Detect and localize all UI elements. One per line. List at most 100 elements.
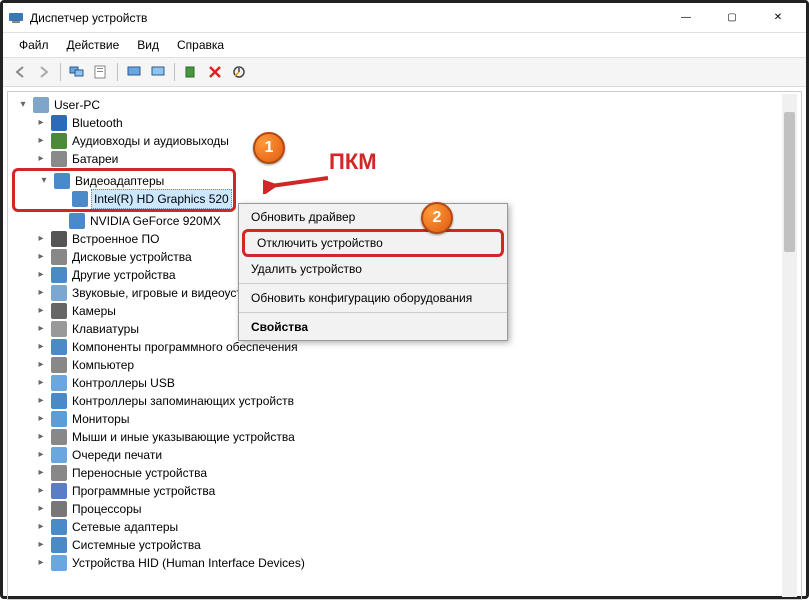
expand-arrow-icon[interactable] [34,410,48,428]
close-button[interactable]: ✕ [755,3,801,33]
tool-forward[interactable] [33,61,55,83]
tree-item[interactable]: Устройства HID (Human Interface Devices) [12,554,797,572]
tree-item[interactable]: Мониторы [12,410,797,428]
tree-item-label: Камеры [70,302,118,320]
expand-arrow-icon[interactable] [34,150,48,168]
tool-update[interactable] [180,61,202,83]
tree-item-label: Видеоадаптеры [73,172,166,190]
tree-item-label: Программные устройства [70,482,217,500]
tree-item[interactable]: Сетевые адаптеры [12,518,797,536]
device-icon [51,519,67,535]
tree-item[interactable]: Процессоры [12,500,797,518]
tool-disable[interactable] [228,61,250,83]
menu-file[interactable]: Файл [11,35,57,55]
expand-arrow-icon[interactable] [34,500,48,518]
tree-item-label: Intel(R) HD Graphics 520 [91,189,232,209]
tool-back[interactable] [9,61,31,83]
tree-item[interactable]: Переносные устройства [12,464,797,482]
scrollbar-vertical[interactable] [782,94,797,597]
expand-arrow-icon[interactable] [34,230,48,248]
tree-item[interactable]: Intel(R) HD Graphics 520 [15,190,232,208]
tree-item-label: Сетевые адаптеры [70,518,180,536]
tree-item-label: Очереди печати [70,446,164,464]
device-icon [51,321,67,337]
context-menu: Обновить драйвер Отключить устройство Уд… [238,203,508,341]
tree-item-label: Батареи [70,150,120,168]
tree-root[interactable]: User-PC [12,96,797,114]
tree-item-label: User-PC [52,96,102,114]
tree-item-label: Bluetooth [70,114,125,132]
maximize-button[interactable]: ▢ [709,3,755,33]
device-icon [51,133,67,149]
expand-arrow-icon[interactable] [34,248,48,266]
window-title: Диспетчер устройств [30,11,663,25]
device-icon [51,501,67,517]
tool-remove[interactable] [204,61,226,83]
tree-item-label: NVIDIA GeForce 920MX [88,212,223,230]
tree-item[interactable]: Видеоадаптеры [15,172,232,190]
expand-arrow-icon[interactable] [34,428,48,446]
tree-item-label: Мониторы [70,410,131,428]
menu-view[interactable]: Вид [129,35,167,55]
tree-item[interactable]: Очереди печати [12,446,797,464]
tool-properties-icon[interactable] [90,61,112,83]
tree-item[interactable]: Аудиовходы и аудиовыходы [12,132,797,150]
expand-arrow-icon[interactable] [34,392,48,410]
expand-arrow-icon[interactable] [34,302,48,320]
menu-help[interactable]: Справка [169,35,232,55]
ctx-remove-device[interactable]: Удалить устройство [239,258,507,280]
ctx-update-driver[interactable]: Обновить драйвер [239,206,507,228]
expand-arrow-icon[interactable] [34,536,48,554]
tree-item[interactable]: Bluetooth [12,114,797,132]
ctx-refresh-config[interactable]: Обновить конфигурацию оборудования [239,287,507,309]
tree-item-label: Системные устройства [70,536,203,554]
expand-arrow-icon[interactable] [34,132,48,150]
device-icon [51,267,67,283]
tree-item-label: Дисковые устройства [70,248,194,266]
expand-arrow-icon[interactable] [34,446,48,464]
expand-arrow-icon[interactable] [37,172,51,190]
ctx-properties[interactable]: Свойства [239,316,507,338]
tree-item[interactable]: Контроллеры запоминающих устройств [12,392,797,410]
menu-action[interactable]: Действие [59,35,128,55]
tool-view1[interactable] [123,61,145,83]
tree-item[interactable]: Батареи [12,150,797,168]
tree-item[interactable]: Компьютер [12,356,797,374]
expand-arrow-icon[interactable] [34,356,48,374]
toolbar [3,58,806,87]
tree-item-label: Процессоры [70,500,144,518]
annotation-pkm-label: ПКМ [329,149,377,175]
expand-arrow-icon[interactable] [34,320,48,338]
tree-item[interactable]: Системные устройства [12,536,797,554]
expand-arrow-icon[interactable] [16,96,30,114]
display-adapter-icon [69,213,85,229]
tool-view2[interactable] [147,61,169,83]
tree-item-label: Переносные устройства [70,464,209,482]
computer-icon [33,97,49,113]
tree-item-label: Контроллеры USB [70,374,177,392]
scrollbar-thumb[interactable] [784,112,795,252]
device-icon [51,285,67,301]
expand-arrow-icon[interactable] [34,482,48,500]
device-icon [51,249,67,265]
expand-arrow-icon[interactable] [34,266,48,284]
device-icon [51,115,67,131]
tree-item-label: Другие устройства [70,266,178,284]
tool-monitors[interactable] [66,61,88,83]
device-icon [51,447,67,463]
expand-arrow-icon[interactable] [34,114,48,132]
annotation-badge-2: 2 [421,202,453,234]
expand-arrow-icon[interactable] [34,554,48,572]
expand-arrow-icon[interactable] [34,464,48,482]
tree-item[interactable]: Программные устройства [12,482,797,500]
expand-arrow-icon[interactable] [34,518,48,536]
expand-arrow-icon[interactable] [34,284,48,302]
ctx-disable-device[interactable]: Отключить устройство [242,229,504,257]
expand-arrow-icon[interactable] [34,374,48,392]
tree-item[interactable]: Мыши и иные указывающие устройства [12,428,797,446]
device-icon [51,303,67,319]
tree-item[interactable]: Контроллеры USB [12,374,797,392]
device-icon [51,537,67,553]
minimize-button[interactable]: ― [663,3,709,33]
expand-arrow-icon[interactable] [34,338,48,356]
